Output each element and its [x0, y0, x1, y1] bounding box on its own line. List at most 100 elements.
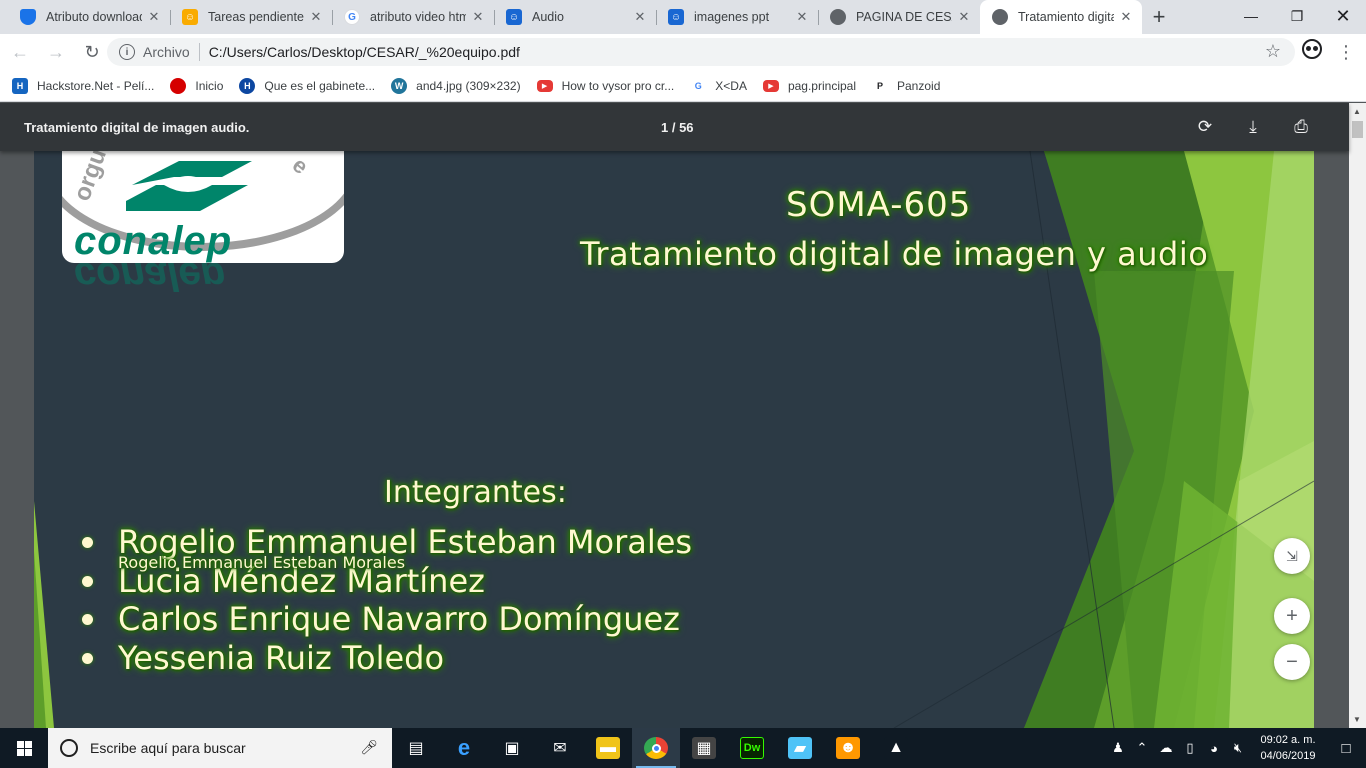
tab-close-icon[interactable]: ✕: [470, 9, 486, 25]
print-icon[interactable]: ⎙: [1289, 115, 1313, 139]
address-separator: [198, 43, 200, 61]
bookmark-star-icon[interactable]: ☆: [1265, 41, 1281, 62]
bookmark-item[interactable]: H Hackstore.Net - Pelí...: [12, 77, 155, 94]
wifi-icon[interactable]: ◕: [1202, 728, 1226, 768]
profile-avatar-icon[interactable]: [1302, 39, 1322, 59]
people-icon[interactable]: ♟: [1106, 728, 1130, 768]
new-tab-button[interactable]: +: [1142, 0, 1176, 34]
bookmark-label: Hackstore.Net - Pelí...: [37, 78, 155, 93]
bullet-icon: [82, 575, 93, 587]
browser-tab[interactable]: Tratamiento digita ✕: [980, 0, 1142, 34]
wordpress-icon: W: [391, 77, 408, 94]
menu-kebab-icon[interactable]: ⋮: [1336, 38, 1356, 66]
bookmark-item[interactable]: ▶ pag.principal: [762, 78, 856, 93]
rotate-icon[interactable]: ⟳: [1193, 115, 1217, 139]
info-icon[interactable]: i: [119, 44, 135, 60]
bookmark-item[interactable]: H Que es el gabinete...: [239, 77, 375, 94]
hackstore-icon: H: [12, 77, 28, 94]
download-icon[interactable]: ⤓: [1241, 115, 1265, 139]
classroom-icon: ☺: [668, 9, 684, 25]
course-subject: Tratamiento digital de imagen y audio: [580, 235, 1209, 273]
taskbar-app[interactable]: ▤: [392, 728, 440, 768]
taskbar-search-box[interactable]: Escribe aquí para buscar 🎤︎: [48, 728, 392, 768]
tab-close-icon[interactable]: ✕: [632, 9, 648, 25]
taskbar-app[interactable]: [632, 728, 680, 768]
close-window-button[interactable]: ✕: [1320, 0, 1366, 32]
member-item: Yessenia Ruiz Toledo: [80, 639, 692, 678]
taskbar-app[interactable]: ▬: [584, 728, 632, 768]
conalep-logo: orgu e conalep: [62, 151, 344, 263]
onedrive-icon[interactable]: ☁: [1154, 728, 1178, 768]
bullet-icon: [82, 614, 93, 625]
bookmark-item[interactable]: P Panzoid: [872, 77, 941, 94]
browser-toolbar: ← → ↻ i Archivo C:/Users/Carlos/Desktop/…: [0, 34, 1366, 70]
dreamweaver-icon: Dw: [740, 737, 764, 759]
windows-logo-icon: [16, 740, 32, 756]
tab-title: atributo video htm: [370, 10, 466, 24]
notifications-icon[interactable]: □: [1326, 728, 1366, 768]
tab-title: PAGINA DE CESAR: [856, 10, 952, 24]
browser-tab[interactable]: ☺ imagenes ppt ✕: [656, 0, 818, 34]
back-button[interactable]: ←: [4, 36, 36, 68]
pdf-toolbar: Tratamiento digital de imagen audio. 1 /…: [0, 103, 1349, 151]
bookmark-item[interactable]: Wand4.jpg (309×232): [391, 77, 521, 94]
browser-tab[interactable]: ☺ Tareas pendientes ✕: [170, 0, 332, 34]
scrollbar-thumb[interactable]: [1352, 121, 1363, 138]
volume-muted-icon[interactable]: 🔇︎: [1226, 728, 1250, 768]
reload-button[interactable]: ↻: [76, 36, 108, 68]
tab-close-icon[interactable]: ✕: [794, 9, 810, 25]
scroll-down-arrow-icon[interactable]: ▼: [1353, 715, 1361, 724]
taskbar-app[interactable]: ▲: [872, 728, 920, 768]
start-button[interactable]: [0, 728, 48, 768]
taskbar-app[interactable]: e: [440, 728, 488, 768]
fit-to-page-button[interactable]: ⇲: [1274, 538, 1310, 574]
pdf-title: Tratamiento digital de imagen audio.: [24, 119, 250, 135]
tab-close-icon[interactable]: ✕: [956, 9, 972, 25]
minimize-button[interactable]: —: [1228, 0, 1274, 32]
zoom-in-button[interactable]: +: [1274, 598, 1310, 634]
taskbar-app[interactable]: ▦: [680, 728, 728, 768]
scroll-up-arrow-icon[interactable]: ▲: [1353, 107, 1361, 116]
taskbar-app[interactable]: ✉: [536, 728, 584, 768]
logo-wordmark: conalep: [74, 219, 233, 263]
forward-button[interactable]: →: [40, 36, 72, 68]
bookmark-item[interactable]: G X<DA: [690, 77, 747, 94]
browser-tab[interactable]: Atributo download ✕: [8, 0, 170, 34]
scratch-icon: ☻: [836, 737, 860, 759]
tab-close-icon[interactable]: ✕: [308, 9, 324, 25]
page-indicator: 1 / 56: [661, 119, 694, 135]
bookmark-label: Panzoid: [897, 78, 941, 93]
tab-close-icon[interactable]: ✕: [146, 9, 162, 25]
bookmark-item[interactable]: ▶ How to vysor pro cr...: [536, 79, 674, 93]
bullet-icon: [82, 652, 93, 664]
clock[interactable]: 09:02 a. m. 04/06/2019: [1250, 732, 1326, 764]
show-hidden-icons-chevron-icon[interactable]: ⌃: [1130, 728, 1154, 768]
address-url[interactable]: C:/Users/Carlos/Desktop/CESAR/_%20equipo…: [209, 44, 520, 60]
tab-close-icon[interactable]: ✕: [1118, 9, 1134, 25]
browser-tab[interactable]: Gatributo video htm ✕: [332, 0, 494, 34]
vertical-scrollbar[interactable]: ▲ ▼: [1349, 103, 1366, 728]
taskbar-app[interactable]: ▰: [776, 728, 824, 768]
microphone-icon[interactable]: 🎤︎: [360, 739, 378, 756]
h-icon: H: [239, 77, 256, 94]
shield-icon: [20, 9, 36, 25]
taskbar-app[interactable]: Dw: [728, 728, 776, 768]
cortana-circle-icon: [60, 739, 78, 757]
photos-icon: ▲: [884, 737, 908, 759]
restore-button[interactable]: ❐: [1274, 0, 1320, 32]
google-icon: G: [690, 77, 707, 94]
bullet-icon: [82, 537, 93, 548]
search-placeholder: Escribe aquí para buscar: [90, 740, 246, 756]
tab-title: Atributo download: [46, 10, 142, 24]
bookmark-item[interactable]: Inicio: [170, 77, 223, 94]
browser-tab[interactable]: PAGINA DE CESAR ✕: [818, 0, 980, 34]
taskbar-app[interactable]: ☻: [824, 728, 872, 768]
bookmark-label: pag.principal: [787, 78, 856, 93]
battery-icon[interactable]: ▯: [1178, 728, 1202, 768]
mail-icon: ✉: [548, 737, 572, 759]
browser-tab[interactable]: ☺ Audio ✕: [494, 0, 656, 34]
taskbar-app[interactable]: ▣: [488, 728, 536, 768]
system-tray: ♟ ⌃ ☁ ▯ ◕ 🔇︎ 09:02 a. m. 04/06/2019 □: [1106, 728, 1366, 768]
zoom-out-button[interactable]: −: [1274, 644, 1310, 680]
address-bar[interactable]: i Archivo C:/Users/Carlos/Desktop/CESAR/…: [107, 38, 1295, 66]
